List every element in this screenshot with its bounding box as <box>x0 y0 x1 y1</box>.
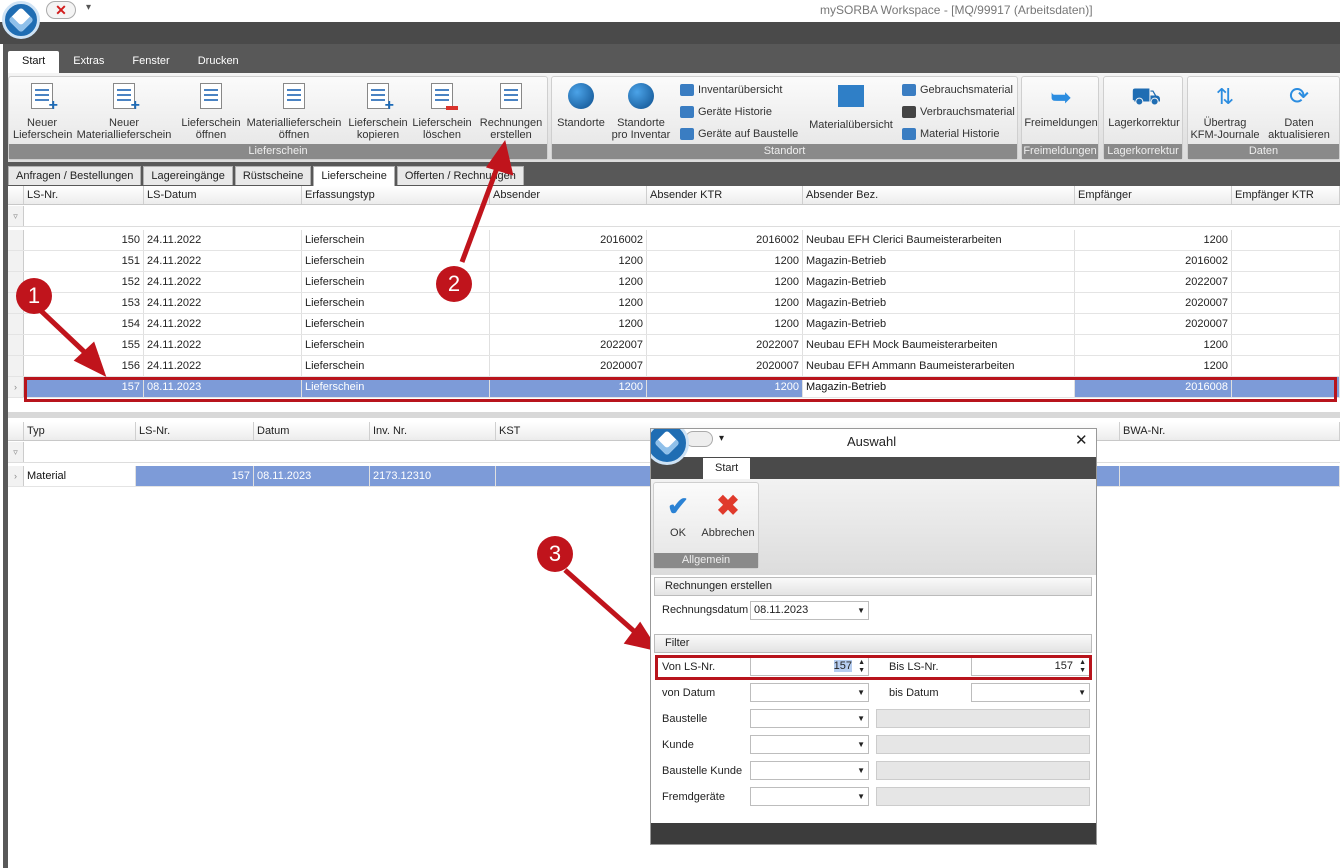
dropdown-arrow-icon[interactable]: ▼ <box>857 736 865 753</box>
fremdgeraete-description <box>876 787 1090 806</box>
section-filter: Filter <box>654 634 1092 653</box>
dialog-statusbar <box>651 823 1096 844</box>
baustelle-field[interactable]: ▼ <box>750 709 869 728</box>
dialog-qat-arrow-icon[interactable]: ▾ <box>719 433 724 444</box>
rechnungsdatum-label: Rechnungsdatum <box>662 604 749 616</box>
annotation-badge-3: 3 <box>537 536 573 572</box>
dropdown-arrow-icon[interactable]: ▼ <box>857 788 865 805</box>
dropdown-arrow-icon[interactable]: ▼ <box>857 684 865 701</box>
checkmark-icon: ✔ <box>667 491 689 521</box>
kunde-field[interactable]: ▼ <box>750 735 869 754</box>
dropdown-arrow-icon[interactable]: ▼ <box>1078 684 1086 701</box>
baustelle-label: Baustelle <box>662 713 708 725</box>
dialog-qat[interactable] <box>685 431 713 447</box>
dialog-tab-start[interactable]: Start <box>703 458 751 479</box>
kunde-description <box>876 735 1090 754</box>
group-allgemein: ✔ OK ✖ Abbrechen Allgemein <box>653 482 759 569</box>
cancel-x-icon: ✖ <box>716 490 740 521</box>
baustelle-description <box>876 709 1090 728</box>
dialog-ribbon: ✔ OK ✖ Abbrechen Allgemein <box>651 479 1096 575</box>
arrowhead-2 <box>485 139 514 176</box>
baustelle-kunde-field[interactable]: ▼ <box>750 761 869 780</box>
dropdown-arrow-icon[interactable]: ▼ <box>857 762 865 779</box>
dialog-title: Auswahl <box>847 434 897 449</box>
dropdown-arrow-icon[interactable]: ▼ <box>857 710 865 727</box>
baustelle-kunde-description <box>876 761 1090 780</box>
baustelle-kunde-label: Baustelle Kunde <box>662 765 743 777</box>
dialog-close-icon[interactable]: ✕ <box>1075 431 1088 449</box>
arrow-2 <box>459 159 503 263</box>
bis-datum-field[interactable]: ▼ <box>971 683 1090 702</box>
section-rechnungen-erstellen: Rechnungen erstellen <box>654 577 1092 596</box>
kunde-label: Kunde <box>662 739 694 751</box>
annotation-badge-1: 1 <box>16 278 52 314</box>
von-datum-label: von Datum <box>662 687 716 699</box>
app-logo-icon[interactable] <box>2 1 40 39</box>
annotation-badge-2: 2 <box>436 266 472 302</box>
highlight-ls-range <box>655 655 1092 680</box>
fremdgeraete-label: Fremdgeräte <box>662 791 725 803</box>
bis-datum-label: bis Datum <box>889 687 939 699</box>
von-datum-field[interactable]: ▼ <box>750 683 869 702</box>
auswahl-dialog: ▾ Auswahl ✕ Start ✔ OK ✖ Abbrechen Allgeme… <box>650 428 1097 845</box>
rechnungsdatum-field[interactable]: 08.11.2023 ▼ <box>750 601 869 620</box>
group-label-allgemein: Allgemein <box>654 553 758 568</box>
fremdgeraete-field[interactable]: ▼ <box>750 787 869 806</box>
abbrechen-button[interactable]: ✖ Abbrechen <box>700 490 756 540</box>
ok-button[interactable]: ✔ OK <box>660 491 696 539</box>
arrow-3 <box>563 568 646 642</box>
dropdown-arrow-icon[interactable]: ▼ <box>857 602 865 619</box>
